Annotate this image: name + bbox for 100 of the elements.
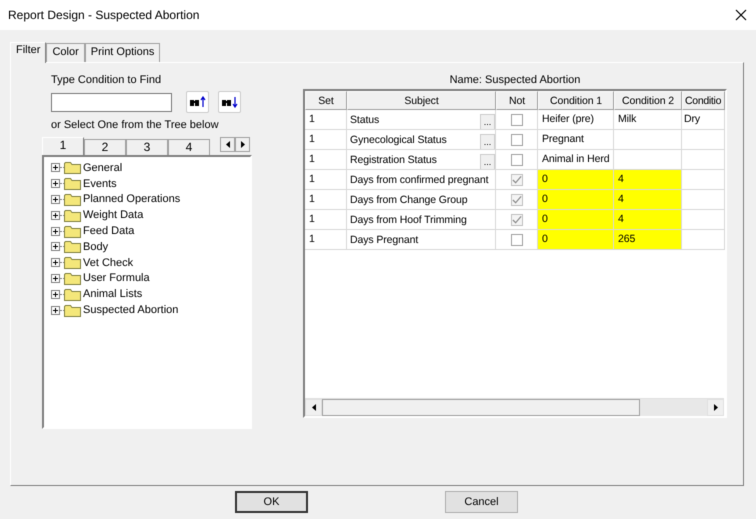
table-cell: Gynecological Status xyxy=(350,134,447,146)
binoculars-down-icon xyxy=(222,96,238,108)
folder-icon xyxy=(64,256,81,270)
not-checkbox[interactable] xyxy=(510,214,522,226)
table-cell: 0 xyxy=(538,230,614,250)
tab[interactable]: Color xyxy=(46,43,85,62)
picker-button[interactable]: ... xyxy=(480,154,495,169)
table-cell: Days Pregnant xyxy=(350,234,418,246)
table-cell: 1 xyxy=(305,230,347,250)
picker-button[interactable]: ... xyxy=(480,114,495,129)
expand-icon[interactable] xyxy=(51,290,60,299)
tree-item[interactable]: Weight Data xyxy=(83,209,144,222)
table-cell xyxy=(682,170,725,190)
table-cell: 1 xyxy=(305,210,347,230)
expand-icon[interactable] xyxy=(51,274,60,283)
tab[interactable]: Filter xyxy=(10,42,46,63)
tree-item[interactable]: Animal Lists xyxy=(83,288,142,300)
expand-icon[interactable] xyxy=(51,258,60,268)
folder-icon xyxy=(64,208,81,222)
expand-icon[interactable] xyxy=(51,226,60,236)
column-header[interactable]: Set xyxy=(305,91,347,110)
right-arrow-icon xyxy=(714,404,718,411)
expand-icon[interactable] xyxy=(51,194,60,204)
expand-icon[interactable] xyxy=(51,242,60,252)
picker-button[interactable]: ... xyxy=(480,134,495,149)
table-cell xyxy=(682,210,725,230)
not-checkbox[interactable] xyxy=(510,114,522,126)
binoculars-up-icon xyxy=(190,96,206,108)
find-up-button[interactable] xyxy=(186,91,209,113)
cancel-button[interactable]: Cancel xyxy=(445,491,518,513)
ok-button[interactable]: OK xyxy=(235,491,308,513)
find-label: Type Condition to Find xyxy=(51,74,162,86)
folder-icon xyxy=(64,288,81,301)
left-arrow-icon xyxy=(226,141,230,148)
find-field[interactable] xyxy=(51,92,172,112)
column-header[interactable]: Condition 2 xyxy=(614,91,682,110)
expand-icon[interactable] xyxy=(51,163,60,172)
table-cell xyxy=(682,230,725,250)
horizontal-scrollbar[interactable] xyxy=(305,398,724,416)
table-cell: 0 xyxy=(538,170,614,190)
tree-item[interactable]: Events xyxy=(83,178,117,190)
table-cell: 4 xyxy=(614,170,682,190)
table-cell: 265 xyxy=(614,230,682,250)
table-cell xyxy=(682,130,725,150)
scroll-right-button[interactable] xyxy=(235,137,250,152)
folder-icon xyxy=(64,161,81,174)
folder-icon xyxy=(64,177,81,190)
tree-item[interactable]: General xyxy=(83,162,122,174)
expand-icon[interactable] xyxy=(51,306,60,315)
not-checkbox[interactable] xyxy=(510,134,522,146)
not-checkbox[interactable] xyxy=(510,194,522,206)
tree-item[interactable]: Planned Operations xyxy=(83,193,180,206)
folder-icon xyxy=(64,272,81,285)
not-checkbox[interactable] xyxy=(510,234,522,246)
table-cell: 1 xyxy=(305,190,347,210)
report-name: Name: Suspected Abortion xyxy=(448,74,582,88)
table-cell: 1 xyxy=(305,150,347,170)
expand-icon[interactable] xyxy=(51,210,60,220)
table-cell: Pregnant xyxy=(538,130,614,150)
tab[interactable]: Print Options xyxy=(84,43,160,62)
tree-item[interactable]: Feed Data xyxy=(83,225,134,238)
column-header[interactable]: Not xyxy=(496,91,538,110)
table-cell: Status xyxy=(350,114,380,126)
scrollbar-thumb[interactable] xyxy=(322,399,640,416)
table-cell: Registration Status xyxy=(350,154,437,166)
table-cell: 0 xyxy=(538,190,614,210)
table-cell xyxy=(682,190,725,210)
tree-item[interactable]: Suspected Abortion xyxy=(83,304,178,316)
left-arrow-icon xyxy=(312,404,316,411)
find-down-button[interactable] xyxy=(218,91,241,113)
close-icon[interactable] xyxy=(735,9,747,21)
tree-hint: or Select One from the Tree below xyxy=(51,119,220,131)
table-cell: Days from confirmed pregnant xyxy=(350,174,488,186)
tree-item[interactable]: Body xyxy=(83,240,108,253)
column-header[interactable]: Conditio xyxy=(682,91,725,110)
folder-icon xyxy=(64,304,81,317)
table-cell xyxy=(614,130,682,150)
column-header[interactable]: Subject xyxy=(347,91,496,110)
folder-icon xyxy=(64,192,81,206)
tree-item[interactable]: Vet Check xyxy=(83,256,134,269)
folder-icon xyxy=(64,224,81,238)
table-cell: 4 xyxy=(614,210,682,230)
table-cell: 1 xyxy=(305,130,347,150)
right-arrow-icon xyxy=(240,141,244,148)
table-cell: 1 xyxy=(305,170,347,190)
not-checkbox[interactable] xyxy=(510,154,522,166)
table-cell: Heifer (pre) xyxy=(538,110,614,130)
column-header[interactable]: Condition 1 xyxy=(538,91,614,110)
table-cell: Milk xyxy=(614,110,682,130)
table-cell: 0 xyxy=(538,210,614,230)
not-checkbox[interactable] xyxy=(510,174,522,186)
scroll-left-button[interactable] xyxy=(220,137,235,152)
window-title: Report Design - Suspected Abortion xyxy=(8,8,200,22)
table-cell xyxy=(682,150,725,170)
expand-icon[interactable] xyxy=(51,179,60,188)
table-cell: Dry xyxy=(682,110,725,130)
table-cell: Days from Hoof Trimming xyxy=(350,214,467,226)
table-cell: 4 xyxy=(614,190,682,210)
table-cell: 1 xyxy=(305,110,347,130)
tree-item[interactable]: User Formula xyxy=(83,272,150,284)
